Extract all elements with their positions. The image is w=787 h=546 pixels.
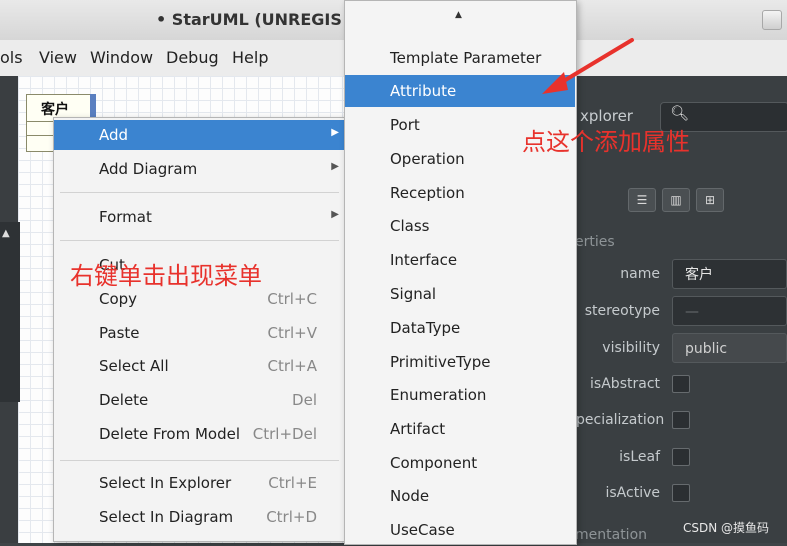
submenu-item-datatype[interactable]: DataType (345, 312, 575, 344)
menu-view[interactable]: View (39, 48, 77, 67)
ctx-item-select-in-diagram[interactable]: Select In Diagram Ctrl+D (54, 502, 345, 532)
left-panel-edge (0, 222, 20, 402)
submenu-item-class[interactable]: Class (345, 210, 575, 242)
prop-label-visibility: visibility (602, 340, 660, 356)
ctx-item-paste[interactable]: Paste Ctrl+V (54, 318, 345, 348)
collapse-up-icon[interactable]: ▲ (2, 228, 10, 239)
ctx-label: Select In Explorer (99, 474, 232, 492)
ctx-label: Copy (99, 290, 138, 308)
submenu-label: Operation (390, 150, 465, 168)
ctx-item-add-diagram[interactable]: Add Diagram ▶ (54, 154, 345, 184)
submenu-label: Interface (390, 251, 458, 269)
prop-visibility-select[interactable]: public (672, 333, 787, 363)
submenu-label: Node (390, 487, 430, 505)
prop-name-field[interactable]: 客户 (672, 259, 787, 289)
search-icon: 🔍︎ (670, 104, 690, 122)
ctx-shortcut: Ctrl+V (267, 324, 317, 342)
menu-separator (60, 460, 339, 461)
submenu-label: Port (390, 116, 420, 134)
ctx-item-format[interactable]: Format ▶ (54, 202, 345, 232)
window-title: • StarUML (UNREGIS (156, 10, 342, 29)
ctx-label: Delete (99, 391, 149, 409)
submenu-arrow-icon: ▶ (331, 127, 339, 138)
submenu-item-enumeration[interactable]: Enumeration (345, 379, 575, 411)
submenu-label: PrimitiveType (390, 353, 491, 371)
prop-stereotype-field[interactable]: — (672, 296, 787, 326)
submenu-label: Template Parameter (390, 49, 542, 67)
submenu-item-primitivetype[interactable]: PrimitiveType (345, 346, 575, 378)
ctx-item-delete[interactable]: Delete Del (54, 385, 345, 415)
annotation-add-attribute-note: 点这个添加属性 (522, 128, 690, 156)
specialization-checkbox[interactable] (672, 411, 690, 429)
scroll-up-icon[interactable]: ▲ (455, 10, 462, 20)
ctx-shortcut: Ctrl+Del (252, 425, 317, 443)
ctx-label: Delete From Model (99, 425, 241, 443)
submenu-label: Signal (390, 285, 437, 303)
prop-label-specialization: pecialization (576, 412, 665, 428)
annotation-right-click-note: 右键单击出现菜单 (70, 262, 262, 290)
submenu-arrow-icon: ▶ (331, 161, 339, 172)
prop-label-isactive: isActive (605, 485, 661, 501)
annotation-arrow-icon (542, 38, 634, 94)
watermark-text: CSDN @摸鱼码 (683, 521, 770, 535)
submenu-label: UseCase (390, 521, 455, 539)
menu-debug[interactable]: Debug (166, 48, 219, 67)
submenu-label: Class (390, 217, 430, 235)
submenu-item-reception[interactable]: Reception (345, 177, 575, 209)
isleaf-checkbox[interactable] (672, 448, 690, 466)
ctx-label: Select In Diagram (99, 508, 234, 526)
isactive-checkbox[interactable] (672, 484, 690, 502)
submenu-item-signal[interactable]: Signal (345, 278, 575, 310)
ctx-item-select-in-explorer[interactable]: Select In Explorer Ctrl+E (54, 468, 345, 498)
submenu-label: Component (390, 454, 478, 472)
ctx-shortcut: Del (292, 391, 317, 409)
view-columns-button[interactable]: ▥ (662, 188, 690, 212)
submenu-label: Artifact (390, 420, 446, 438)
ctx-label: Paste (99, 324, 140, 342)
view-list-button[interactable]: ☰ (628, 188, 656, 212)
ctx-item-select-all[interactable]: Select All Ctrl+A (54, 351, 345, 381)
submenu-item-component[interactable]: Component (345, 447, 575, 479)
selection-handle[interactable] (90, 94, 96, 118)
submenu-item-node[interactable]: Node (345, 480, 575, 512)
submenu-label: Enumeration (390, 386, 487, 404)
submenu-item-interface[interactable]: Interface (345, 244, 575, 276)
context-menu: Add ▶ Add Diagram ▶ Format ▶ Cut Copy Ct… (53, 117, 346, 542)
prop-label-isabstract: isAbstract (590, 376, 660, 392)
ctx-shortcut: Ctrl+C (267, 290, 317, 308)
menu-help[interactable]: Help (232, 48, 268, 67)
ctx-shortcut: Ctrl+A (267, 357, 317, 375)
documentation-section-label: mentation (575, 527, 648, 543)
menu-separator (60, 192, 339, 193)
menu-tools[interactable]: ols (0, 48, 23, 67)
ctx-shortcut: Ctrl+E (268, 474, 317, 492)
prop-label-name: name (620, 266, 660, 282)
submenu-item-artifact[interactable]: Artifact (345, 413, 575, 445)
ctx-item-add[interactable]: Add ▶ (54, 120, 345, 150)
ctx-label: Add (99, 126, 129, 144)
menu-separator (60, 240, 339, 241)
submenu-label: Attribute (390, 82, 457, 100)
submenu-label: Reception (390, 184, 465, 202)
ctx-item-delete-from-model[interactable]: Delete From Model Ctrl+Del (54, 419, 345, 449)
ctx-label: Format (99, 208, 152, 226)
ctx-label: Add Diagram (99, 160, 198, 178)
view-tree-button[interactable]: ⊞ (696, 188, 724, 212)
submenu-item-usecase[interactable]: UseCase (345, 514, 575, 546)
isabstract-checkbox[interactable] (672, 375, 690, 393)
ctx-shortcut: Ctrl+D (266, 508, 317, 526)
menu-window[interactable]: Window (90, 48, 153, 67)
properties-section-label: erties (575, 234, 615, 250)
window-control-button[interactable] (762, 10, 782, 30)
ctx-label: Select All (99, 357, 169, 375)
submenu-label: DataType (390, 319, 461, 337)
uml-class-name: 客户 (41, 102, 69, 118)
submenu-arrow-icon: ▶ (331, 209, 339, 220)
prop-label-isleaf: isLeaf (619, 449, 660, 465)
prop-label-stereotype: stereotype (584, 303, 660, 319)
